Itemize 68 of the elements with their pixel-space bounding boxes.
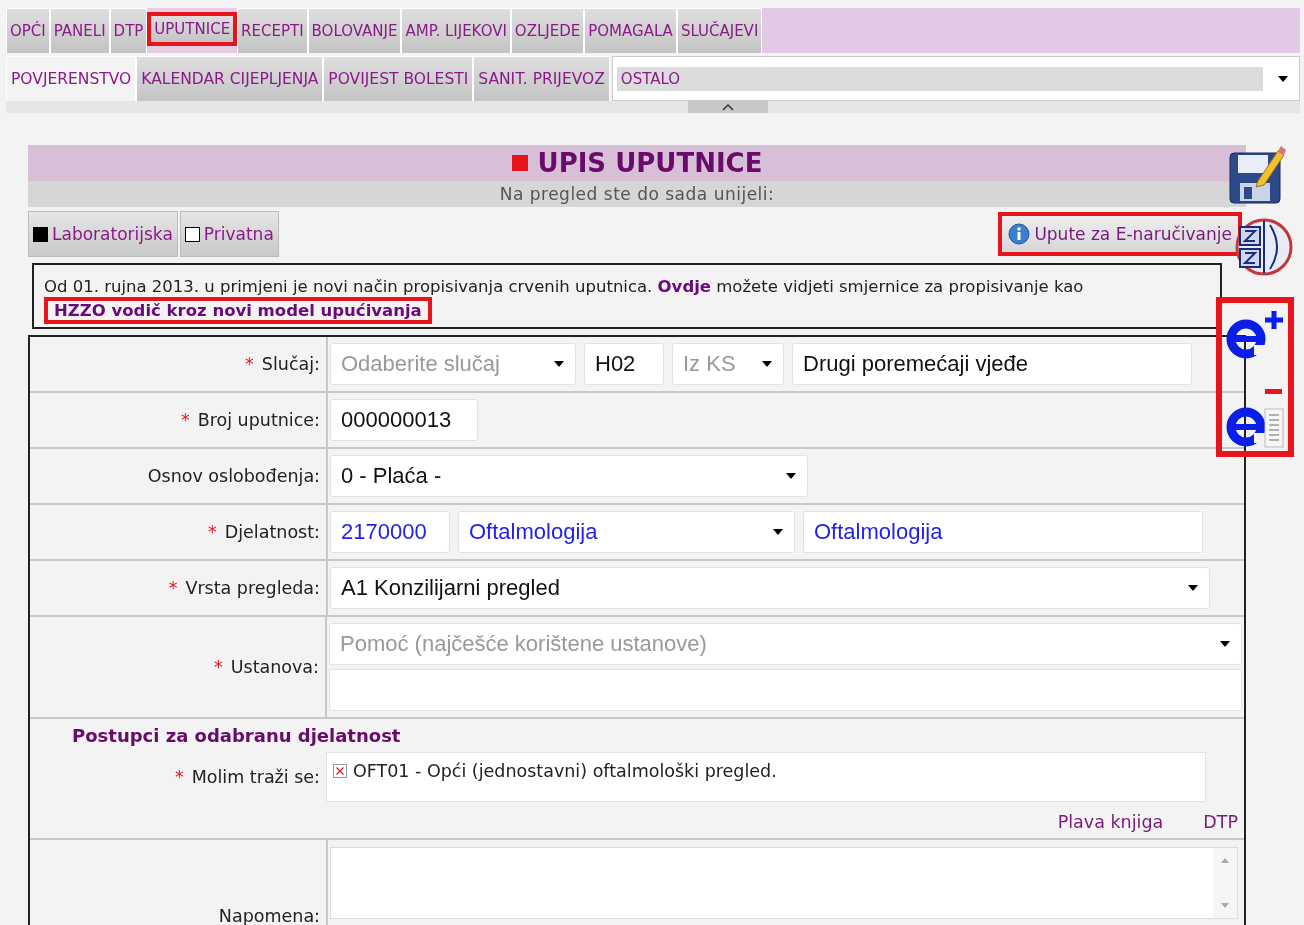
field-label: Djelatnost: bbox=[224, 522, 320, 542]
required-asterisk: * bbox=[208, 522, 217, 542]
input-field[interactable]: Oftalmologija bbox=[803, 511, 1203, 553]
checkbox[interactable] bbox=[33, 226, 48, 242]
tab[interactable]: POVIJEST BOLESTI bbox=[323, 56, 474, 101]
link[interactable]: HZZO vodič kroz novi model upućivanja bbox=[44, 297, 432, 324]
remove-icon[interactable] bbox=[333, 764, 347, 778]
checkbox-button[interactable]: Privatna bbox=[179, 211, 279, 257]
input-field[interactable]: H02 bbox=[584, 343, 664, 385]
input-field[interactable]: Drugi poremećaji vjeđe bbox=[792, 343, 1192, 385]
required-asterisk: * bbox=[174, 767, 184, 787]
more-menu[interactable]: OSTALO bbox=[611, 56, 1300, 101]
dropdown-caret-icon[interactable] bbox=[772, 528, 784, 536]
tab[interactable]: KALENDAR CIJEPLJENJA bbox=[136, 56, 324, 101]
select-field[interactable]: 0 - Plaća - bbox=[330, 455, 808, 497]
field-label: Napomena: bbox=[218, 906, 320, 925]
tab[interactable]: DTP bbox=[109, 8, 148, 53]
field-label: Slučaj: bbox=[261, 354, 320, 374]
checkbox-button[interactable]: Laboratorijska bbox=[28, 211, 178, 257]
field-label: Broj uputnice: bbox=[197, 410, 320, 430]
link[interactable]: Plava knjiga bbox=[1057, 812, 1164, 832]
tab[interactable]: POVJERENSTVO bbox=[6, 56, 137, 101]
note-field[interactable] bbox=[330, 847, 1238, 919]
form-title: UPIS UPUTNICE bbox=[537, 148, 763, 178]
checkbox[interactable] bbox=[184, 226, 200, 242]
dropdown-caret-icon[interactable] bbox=[761, 360, 773, 368]
required-asterisk: * bbox=[180, 410, 190, 430]
dropdown-caret-icon[interactable] bbox=[1277, 74, 1289, 83]
subtitle-bar: Na pregled ste do sada unijeli: bbox=[28, 181, 1246, 207]
notice-text: Od 01. rujna 2013. u primjeni je novi način propisivanja crvenih uputnica. Ovdje možete vidjeti smjernice za propisivanje kao HZZO vodič kroz novi model upućivanja bbox=[44, 275, 1208, 323]
select-field[interactable]: A1 Konzilijarni pregled bbox=[330, 567, 1210, 609]
link[interactable]: DTP bbox=[1203, 812, 1238, 832]
input-field[interactable]: 2170000 bbox=[330, 511, 450, 553]
tab[interactable]: SLUČAJEVI bbox=[676, 8, 763, 53]
seal-icon[interactable] bbox=[1234, 217, 1294, 277]
input-field[interactable]: 000000013 bbox=[330, 399, 478, 441]
caret-up-icon[interactable] bbox=[721, 103, 735, 111]
required-asterisk: * bbox=[213, 657, 223, 677]
info-icon[interactable] bbox=[1008, 223, 1031, 245]
save-icon[interactable] bbox=[1228, 145, 1286, 207]
link[interactable]: Ovdje bbox=[657, 277, 712, 296]
tab[interactable]: BOLOVANJE bbox=[307, 8, 402, 53]
tab[interactable]: UPUTNICE bbox=[147, 12, 238, 46]
section-heading: Postupci za odabranu djelatnost bbox=[71, 725, 402, 746]
tab[interactable]: AMP. LIJEKOVI bbox=[401, 8, 511, 53]
field-label: Molim traži se: bbox=[191, 767, 320, 787]
select-field[interactable]: Oftalmologija bbox=[458, 511, 795, 553]
field-label: Osnov oslobođenja: bbox=[147, 466, 320, 486]
field-label: Vrsta pregleda: bbox=[185, 578, 320, 598]
dropdown-caret-icon[interactable] bbox=[1219, 640, 1231, 648]
tab[interactable]: PANELI bbox=[49, 8, 110, 53]
tab[interactable]: POMAGALA bbox=[584, 8, 677, 53]
dropdown-caret-icon[interactable] bbox=[553, 360, 565, 368]
tab[interactable]: OZLJEDE bbox=[510, 8, 585, 53]
required-asterisk: * bbox=[168, 578, 178, 598]
tab[interactable]: SANIT. PRIJEVOZ bbox=[473, 56, 610, 101]
instructions-button[interactable]: Upute za E-naručivanje bbox=[998, 212, 1242, 256]
dropdown-caret-icon[interactable] bbox=[1187, 584, 1199, 592]
collapse-handle[interactable] bbox=[688, 101, 768, 113]
tab[interactable]: RECEPTI bbox=[237, 8, 308, 53]
bullet-icon bbox=[511, 155, 528, 171]
field-label: Ustanova: bbox=[230, 657, 319, 677]
dropdown-caret-icon[interactable] bbox=[785, 472, 797, 480]
procedure-text: OFT01 - Opći (jednostavni) oftalmološki pregled. bbox=[353, 761, 777, 781]
select-field[interactable]: Iz KS bbox=[672, 343, 784, 385]
tab[interactable]: OPĆI bbox=[6, 8, 50, 53]
required-asterisk: * bbox=[245, 354, 254, 374]
input-field[interactable] bbox=[329, 669, 1242, 711]
